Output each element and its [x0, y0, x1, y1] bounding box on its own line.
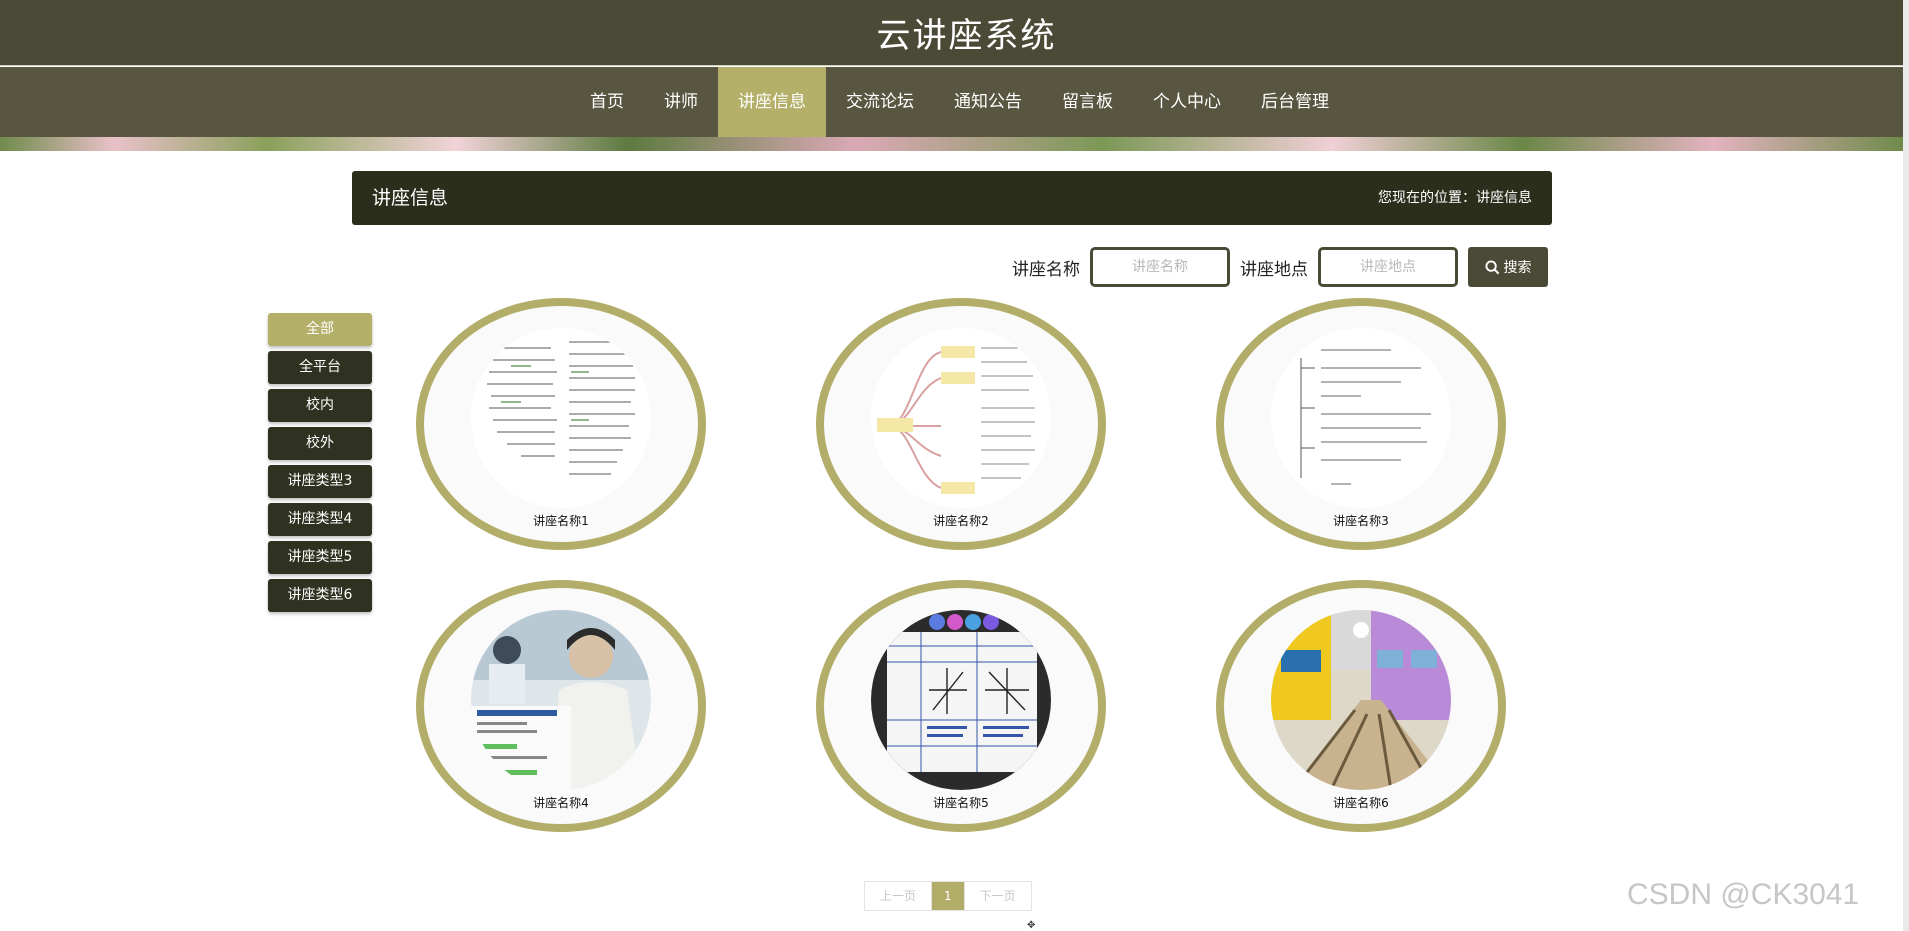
site-header: 云讲座系统	[0, 0, 1903, 66]
site-title: 云讲座系统	[876, 16, 1057, 56]
scrollbar[interactable]	[1903, 0, 1909, 931]
cursor-icon: ✥	[1027, 920, 1036, 931]
category-type5[interactable]: 讲座类型5	[268, 541, 372, 574]
category-all[interactable]: 全部	[268, 313, 372, 346]
lecture-card[interactable]: 讲座名称2	[816, 298, 1106, 550]
nav-item-admin[interactable]: 后台管理	[1241, 67, 1349, 137]
category-platform[interactable]: 全平台	[268, 351, 372, 384]
search-button[interactable]: 搜索	[1468, 247, 1548, 287]
next-page-button[interactable]: 下一页	[964, 882, 1031, 910]
lecture-card[interactable]: 讲座名称6	[1216, 580, 1506, 832]
lecture-thumbnail	[1271, 610, 1451, 790]
nav-item-forum[interactable]: 交流论坛	[826, 67, 934, 137]
section-title-bar: 讲座信息 您现在的位置：讲座信息	[352, 171, 1552, 225]
lecture-thumbnail	[471, 328, 651, 508]
category-type4[interactable]: 讲座类型4	[268, 503, 372, 536]
lecture-name: 讲座名称5	[933, 796, 989, 810]
flower-banner	[0, 137, 1903, 151]
nav-item-messages[interactable]: 留言板	[1042, 67, 1133, 137]
search-button-label: 搜索	[1503, 259, 1532, 275]
category-type3[interactable]: 讲座类型3	[268, 465, 372, 498]
nav-item-notices[interactable]: 通知公告	[934, 67, 1042, 137]
category-sidebar: 全部 全平台 校内 校外 讲座类型3 讲座类型4 讲座类型5 讲座类型6	[268, 313, 372, 617]
page-title: 讲座信息	[372, 187, 449, 209]
pagination: 上一页 1 下一页	[864, 881, 1032, 911]
lecture-card[interactable]: 讲座名称5	[816, 580, 1106, 832]
nav-item-lectures[interactable]: 讲座信息	[718, 67, 826, 137]
lecture-card[interactable]: 讲座名称1	[416, 298, 706, 550]
prev-page-button[interactable]: 上一页	[865, 882, 932, 910]
lecture-name-label: 讲座名称	[1012, 259, 1080, 280]
lecture-card[interactable]: 讲座名称4	[416, 580, 706, 832]
lecture-thumbnail	[1271, 328, 1451, 508]
category-on-campus[interactable]: 校内	[268, 389, 372, 422]
nav-item-home[interactable]: 首页	[570, 67, 644, 137]
lecture-thumbnail	[471, 610, 651, 790]
lecture-name: 讲座名称2	[933, 514, 989, 528]
search-form: 讲座名称 讲座地点 搜索	[1012, 247, 1548, 287]
lecture-card[interactable]: 讲座名称3	[1216, 298, 1506, 550]
category-off-campus[interactable]: 校外	[268, 427, 372, 460]
lecture-name: 讲座名称3	[1333, 514, 1389, 528]
nav-item-lecturers[interactable]: 讲师	[644, 67, 718, 137]
lecture-place-label: 讲座地点	[1240, 259, 1308, 280]
lecture-name-input[interactable]	[1090, 247, 1230, 287]
nav-item-profile[interactable]: 个人中心	[1133, 67, 1241, 137]
lecture-place-input[interactable]	[1318, 247, 1458, 287]
lecture-thumbnail	[871, 610, 1051, 790]
page-1-button[interactable]: 1	[931, 882, 965, 910]
lecture-name: 讲座名称1	[533, 514, 589, 528]
breadcrumb: 您现在的位置：讲座信息	[1378, 190, 1532, 206]
category-type6[interactable]: 讲座类型6	[268, 579, 372, 612]
watermark: CSDN @CK3041	[1627, 878, 1860, 911]
lecture-thumbnail	[871, 328, 1051, 508]
search-icon	[1484, 259, 1499, 274]
lecture-name: 讲座名称6	[1333, 796, 1389, 810]
lecture-name: 讲座名称4	[533, 796, 589, 810]
main-nav: 首页 讲师 讲座信息 交流论坛 通知公告 留言板 个人中心 后台管理	[0, 67, 1903, 137]
